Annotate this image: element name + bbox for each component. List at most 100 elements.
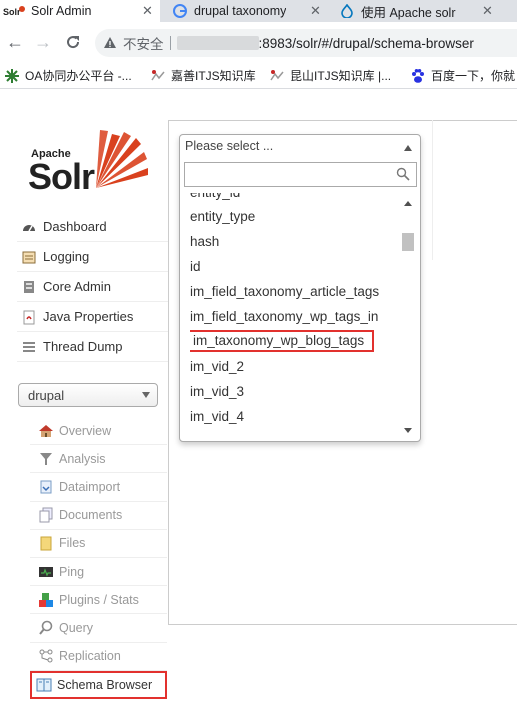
url-text: :8983/solr/#/drupal/schema-browser bbox=[258, 35, 474, 51]
folder-icon bbox=[40, 536, 52, 551]
drupal-icon bbox=[341, 4, 353, 18]
core-nav-query[interactable]: Query bbox=[30, 614, 167, 643]
baidu-paw-icon bbox=[412, 68, 424, 83]
field-option[interactable]: im_vid_2 bbox=[190, 356, 244, 378]
nav-core-admin[interactable]: Core Admin bbox=[17, 272, 168, 302]
book-icon bbox=[36, 678, 52, 692]
tab-title: 使用 Apache solr bbox=[361, 5, 456, 20]
chevron-up-icon bbox=[404, 145, 412, 151]
field-option[interactable]: im_vid_3 bbox=[190, 381, 244, 403]
logging-icon bbox=[22, 251, 36, 263]
reload-icon[interactable] bbox=[65, 34, 81, 50]
main-navigation: Dashboard Logging Core Admin Java Proper… bbox=[17, 212, 168, 362]
field-select-head[interactable]: Please select ... bbox=[185, 139, 415, 157]
nav-thread-dump[interactable]: Thread Dump bbox=[17, 332, 168, 362]
security-label[interactable]: 不安全 bbox=[123, 33, 164, 53]
field-option[interactable]: entity_id bbox=[190, 193, 240, 204]
tab-title: Solr Admin bbox=[31, 4, 92, 18]
core-nav-analysis[interactable]: Analysis bbox=[30, 445, 167, 474]
filter-icon bbox=[40, 452, 52, 465]
nav-label: Java Properties bbox=[43, 309, 134, 324]
solr-favicon: Solr bbox=[3, 6, 25, 17]
field-option[interactable]: im_field_taxonomy_article_tags bbox=[190, 281, 379, 303]
field-option[interactable]: hash bbox=[190, 231, 219, 253]
field-option-highlighted[interactable]: im_taxonomy_wp_blog_tags bbox=[190, 330, 375, 352]
nav-dashboard[interactable]: Dashboard bbox=[17, 212, 168, 242]
core-nav-documents[interactable]: Documents bbox=[30, 502, 167, 530]
bookmark-jiashan[interactable]: 嘉善ITJS知识库 bbox=[150, 67, 256, 84]
forward-button[interactable]: → bbox=[34, 32, 52, 52]
core-nav-overview[interactable]: Overview bbox=[30, 417, 167, 446]
nav-label: Plugins / Stats bbox=[59, 592, 139, 607]
nav-label: Dashboard bbox=[43, 219, 107, 234]
field-option[interactable]: im_field_taxonomy_wp_tags_in bbox=[190, 306, 378, 328]
nav-label: Query bbox=[59, 620, 94, 635]
close-tab-icon[interactable]: ✕ bbox=[482, 4, 493, 18]
nav-label: Schema Browser bbox=[57, 677, 153, 692]
core-nav-replication[interactable]: Replication bbox=[30, 643, 167, 671]
scroll-down-icon[interactable] bbox=[404, 428, 412, 433]
solr-logo[interactable]: Apache Solr bbox=[28, 130, 158, 197]
magnifier-icon bbox=[39, 620, 53, 635]
thread-dump-icon bbox=[23, 341, 35, 352]
solr-sun-icon bbox=[96, 130, 148, 188]
bookmark-oa[interactable]: OA协同办公平台 -... bbox=[4, 67, 132, 84]
browser-toolbar: ← → 不安全 :8983/solr/#/drupal/schema-brows… bbox=[0, 22, 517, 62]
bookmarks-bar: OA协同办公平台 -... 嘉善ITJS知识库 昆山ITJS知识库 |... 百… bbox=[0, 62, 517, 89]
nav-label: Dataimport bbox=[59, 479, 121, 494]
core-nav-schema-browser[interactable]: Schema Browser bbox=[30, 670, 167, 699]
warning-icon bbox=[104, 37, 116, 48]
address-bar[interactable]: 不安全 :8983/solr/#/drupal/schema-browser bbox=[95, 29, 517, 57]
tab-drupal-taxonomy[interactable]: drupal taxonomy ✕ bbox=[163, 0, 328, 22]
solr-admin-page: Apache Solr Dashboard Logging Core Admin bbox=[0, 90, 517, 705]
field-select-dropdown[interactable]: Please select ... entity_id entity_type … bbox=[179, 134, 421, 442]
field-option[interactable]: id bbox=[190, 256, 201, 278]
core-selector[interactable]: drupal bbox=[18, 383, 158, 407]
bookmark-label: OA协同办公平台 -... bbox=[25, 69, 132, 83]
core-nav-dataimport[interactable]: Dataimport bbox=[30, 473, 167, 502]
tab-solr-admin[interactable]: Solr Solr Admin ✕ bbox=[0, 0, 160, 22]
redacted-host bbox=[176, 36, 259, 50]
field-options-list: entity_id entity_type hash id im_field_t… bbox=[190, 193, 398, 438]
nav-label: Replication bbox=[59, 649, 121, 664]
tab-title: drupal taxonomy bbox=[194, 4, 287, 18]
bookmark-baidu[interactable]: 百度一下，你就 bbox=[410, 67, 515, 84]
nav-label: Analysis bbox=[59, 451, 106, 466]
bookmark-label: 嘉善ITJS知识库 bbox=[171, 69, 256, 83]
core-admin-icon bbox=[24, 280, 34, 293]
field-option[interactable]: entity_type bbox=[190, 206, 255, 228]
core-nav-files[interactable]: Files bbox=[30, 530, 167, 558]
field-option[interactable]: im_vid_4 bbox=[190, 406, 244, 428]
chevron-down-icon bbox=[142, 392, 150, 398]
scroll-up-icon[interactable] bbox=[404, 201, 412, 206]
nav-label: Files bbox=[59, 536, 86, 551]
oa-icon bbox=[5, 68, 19, 83]
documents-icon bbox=[39, 507, 53, 523]
core-nav-ping[interactable]: Ping bbox=[30, 558, 167, 587]
bookmark-label: 昆山ITJS知识库 |... bbox=[290, 69, 392, 83]
google-icon bbox=[173, 4, 187, 18]
logo-solr-text: Solr bbox=[28, 156, 95, 197]
core-selector-value: drupal bbox=[28, 387, 65, 403]
svg-text:Solr: Solr bbox=[3, 7, 21, 17]
nav-label: Core Admin bbox=[43, 279, 111, 294]
field-select-placeholder: Please select ... bbox=[185, 139, 274, 153]
back-button[interactable]: ← bbox=[6, 32, 24, 52]
scrollbar-thumb[interactable] bbox=[402, 233, 414, 251]
nav-label: Ping bbox=[59, 564, 85, 579]
options-scrollbar[interactable] bbox=[401, 193, 415, 439]
close-tab-icon[interactable]: ✕ bbox=[310, 4, 321, 18]
bookmark-kunshan[interactable]: 昆山ITJS知识库 |... bbox=[269, 67, 391, 84]
close-tab-icon[interactable]: ✕ bbox=[142, 4, 153, 18]
dataimport-icon bbox=[40, 480, 52, 494]
search-icon bbox=[396, 167, 410, 181]
field-search-input[interactable] bbox=[184, 162, 417, 187]
replication-icon bbox=[39, 649, 53, 663]
home-icon bbox=[39, 424, 53, 437]
nav-java-properties[interactable]: Java Properties bbox=[17, 302, 168, 332]
core-navigation: Overview Analysis Dataimport Documents F… bbox=[30, 417, 167, 699]
core-nav-plugins-stats[interactable]: Plugins / Stats bbox=[30, 586, 167, 615]
tab-apache-solr[interactable]: 使用 Apache solr ✕ bbox=[330, 0, 517, 22]
nav-logging[interactable]: Logging bbox=[17, 242, 168, 272]
bookmark-label: 百度一下，你就 bbox=[431, 69, 516, 83]
